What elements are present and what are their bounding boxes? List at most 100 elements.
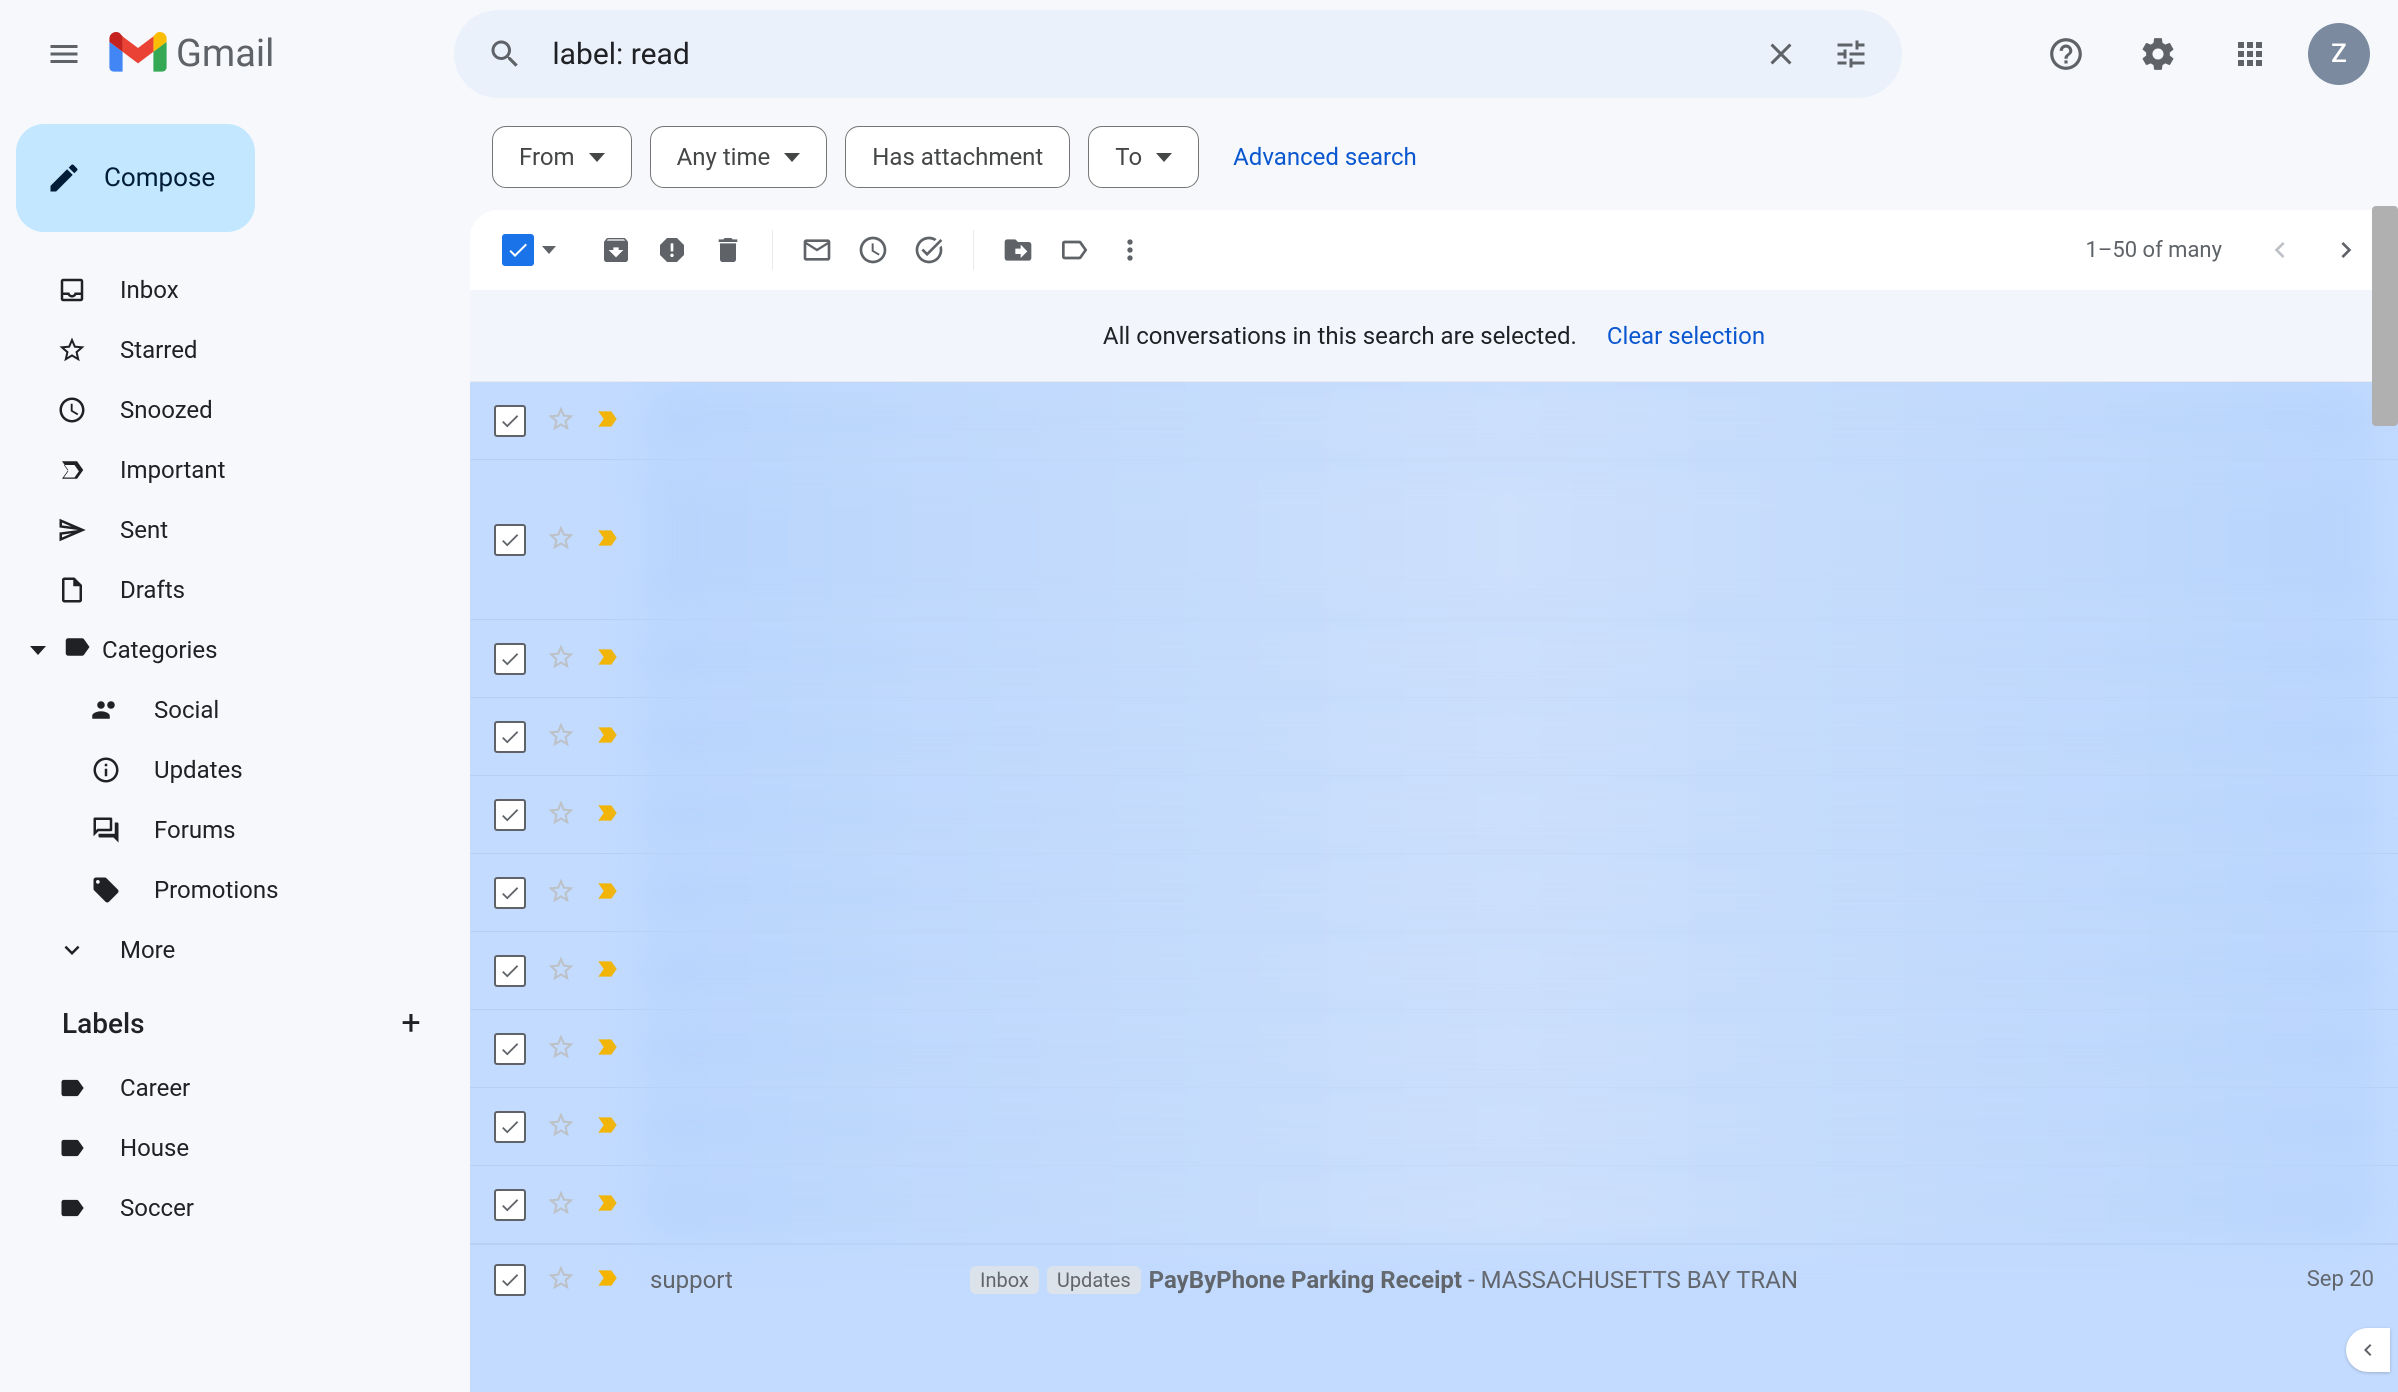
row-checkbox[interactable] [494,643,526,675]
label-house[interactable]: House [16,1118,470,1178]
importance-marker[interactable] [594,644,620,674]
side-panel-toggle[interactable] [2346,1328,2390,1372]
nav-drafts[interactable]: Drafts [16,560,470,620]
email-row[interactable] [470,460,2398,620]
nav-item-label: Promotions [154,876,278,904]
mark-unread-button[interactable] [789,222,845,278]
star-button[interactable] [546,798,576,832]
search-options-button[interactable] [1816,19,1886,89]
row-checkbox[interactable] [494,524,526,556]
nav-item-label: More [120,936,175,964]
importance-marker[interactable] [594,956,620,986]
email-row[interactable] [470,698,2398,776]
gmail-logo[interactable]: Gmail [108,32,274,76]
email-row[interactable] [470,854,2398,932]
importance-marker[interactable] [594,878,620,908]
star-button[interactable] [546,642,576,676]
importance-marker[interactable] [594,1034,620,1064]
star-button[interactable] [546,1032,576,1066]
email-row[interactable] [470,1010,2398,1088]
scrollbar-thumb[interactable] [2372,206,2398,426]
row-checkbox[interactable] [494,1264,526,1296]
inbox-tag: Inbox [970,1266,1039,1294]
add-task-button[interactable] [901,222,957,278]
apps-button[interactable] [2216,20,2284,88]
row-checkbox[interactable] [494,1033,526,1065]
email-row-visible[interactable]: support Inbox Updates PayByPhone Parking… [470,1244,2398,1314]
nav-item-label: Important [120,456,225,484]
nav-categories[interactable]: Categories [16,620,470,680]
older-button[interactable] [2318,222,2374,278]
email-row[interactable] [470,1088,2398,1166]
nav-more[interactable]: More [16,920,470,980]
row-checkbox[interactable] [494,1111,526,1143]
delete-button[interactable] [700,222,756,278]
filter-to[interactable]: To [1088,126,1199,188]
star-button[interactable] [546,1263,576,1297]
clear-selection-link[interactable]: Clear selection [1607,322,1765,350]
compose-button[interactable]: Compose [16,124,255,232]
account-avatar[interactable]: Z [2308,23,2370,85]
nav-important[interactable]: Important [16,440,470,500]
importance-marker[interactable] [594,1190,620,1220]
main-menu-button[interactable] [28,18,100,90]
nav-forums[interactable]: Forums [16,800,470,860]
more-button[interactable] [1102,222,1158,278]
nav-social[interactable]: Social [16,680,470,740]
search-button[interactable] [470,19,540,89]
help-icon [2047,35,2085,73]
advanced-search-link[interactable]: Advanced search [1233,143,1417,171]
select-all-checkbox[interactable] [502,234,534,266]
row-checkbox[interactable] [494,955,526,987]
star-button[interactable] [546,1110,576,1144]
star-button[interactable] [546,720,576,754]
nav-item-label: Updates [154,756,243,784]
support-button[interactable] [2032,20,2100,88]
email-row[interactable] [470,776,2398,854]
settings-button[interactable] [2124,20,2192,88]
email-row[interactable] [470,932,2398,1010]
label-soccer[interactable]: Soccer [16,1178,470,1238]
star-button[interactable] [546,876,576,910]
filter-any-time[interactable]: Any time [650,126,828,188]
archive-button[interactable] [588,222,644,278]
search-input[interactable] [540,37,1746,72]
filter-from[interactable]: From [492,126,632,188]
sender: support [650,1266,970,1294]
row-checkbox[interactable] [494,877,526,909]
email-row[interactable] [470,382,2398,460]
add-label-button[interactable]: + [388,1000,434,1046]
star-button[interactable] [546,954,576,988]
nav-starred[interactable]: Starred [16,320,470,380]
labels-button[interactable] [1046,222,1102,278]
select-dropdown[interactable] [542,246,556,254]
row-checkbox[interactable] [494,721,526,753]
nav-updates[interactable]: Updates [16,740,470,800]
newer-button[interactable] [2252,222,2308,278]
nav-snoozed[interactable]: Snoozed [16,380,470,440]
gear-icon [2139,35,2177,73]
importance-marker[interactable] [594,525,620,555]
filter-has-attachment[interactable]: Has attachment [845,126,1070,188]
nav-promotions[interactable]: Promotions [16,860,470,920]
nav-inbox[interactable]: Inbox [16,260,470,320]
label-career[interactable]: Career [16,1058,470,1118]
importance-marker[interactable] [594,1112,620,1142]
email-row[interactable] [470,1166,2398,1244]
importance-marker[interactable] [594,722,620,752]
clear-search-button[interactable] [1746,19,1816,89]
row-checkbox[interactable] [494,799,526,831]
move-to-button[interactable] [990,222,1046,278]
star-button[interactable] [546,1188,576,1222]
star-button[interactable] [546,523,576,557]
importance-marker[interactable] [594,1265,620,1295]
snooze-button[interactable] [845,222,901,278]
nav-sent[interactable]: Sent [16,500,470,560]
email-row[interactable] [470,620,2398,698]
row-checkbox[interactable] [494,405,526,437]
star-button[interactable] [546,404,576,438]
importance-marker[interactable] [594,800,620,830]
importance-marker[interactable] [594,406,620,436]
report-spam-button[interactable] [644,222,700,278]
row-checkbox[interactable] [494,1189,526,1221]
